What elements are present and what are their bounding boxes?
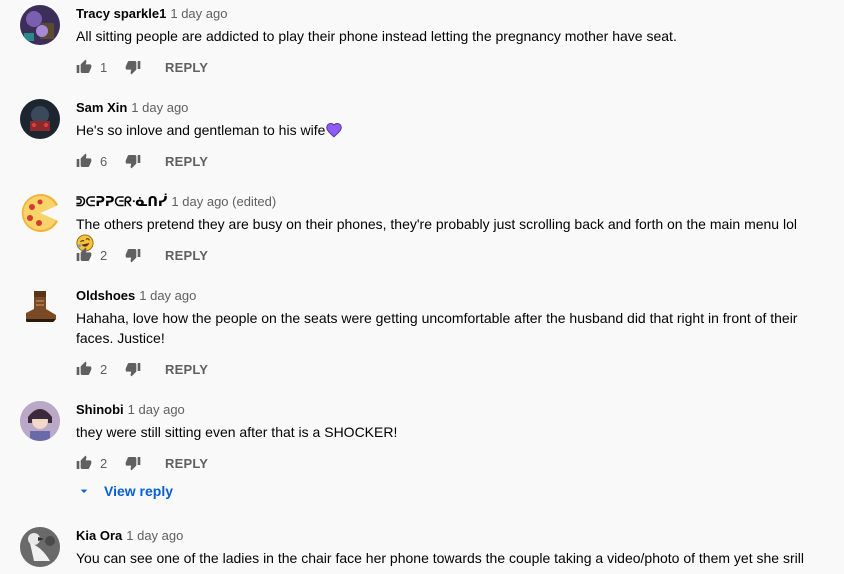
view-replies-button[interactable]: View reply — [76, 482, 173, 500]
author-name[interactable]: Sam Xin — [76, 100, 127, 115]
comment-text: He's so inlove and gentleman to his wife — [76, 120, 816, 143]
like-count: 1 — [100, 59, 108, 75]
reply-button[interactable]: REPLY — [165, 60, 208, 75]
comment-header: Shinobi 1 day ago — [76, 401, 185, 419]
comment-actions: 6 REPLY — [76, 151, 208, 171]
comment-time[interactable]: 1 day ago — [170, 6, 227, 21]
avatar[interactable] — [20, 287, 60, 327]
comment-text: they were still sitting even after that … — [76, 424, 398, 440]
like-count: 2 — [100, 455, 108, 471]
comment-text-body: The others pretend they are busy on thei… — [76, 216, 797, 232]
thumb-down-icon[interactable] — [125, 361, 141, 377]
like-count: 2 — [100, 361, 108, 377]
like-count: 6 — [100, 153, 108, 169]
thumb-up-icon[interactable] — [76, 59, 92, 75]
avatar-bird-icon — [20, 527, 60, 567]
thumb-down-icon[interactable] — [125, 59, 141, 75]
author-name[interactable]: Oldshoes — [76, 288, 135, 303]
thumb-up-icon[interactable] — [76, 361, 92, 377]
caret-down-icon — [76, 483, 92, 499]
reply-button[interactable]: REPLY — [165, 362, 208, 377]
author-name[interactable]: Kia Ora — [76, 528, 122, 543]
comment-header: Tracy sparkle1 1 day ago — [76, 5, 227, 23]
comments-list: Tracy sparkle1 1 day ago All sitting peop… — [0, 0, 844, 574]
avatar[interactable] — [20, 527, 60, 567]
comment-time[interactable]: 1 day ago (edited) — [171, 194, 276, 209]
avatar-boot-icon — [20, 287, 60, 327]
thumb-up-icon[interactable] — [76, 247, 92, 263]
comment-text: Hahaha, love how the people on the seats… — [76, 310, 798, 346]
reply-button[interactable]: REPLY — [165, 154, 208, 169]
reply-button[interactable]: REPLY — [165, 456, 208, 471]
comment-header: Kia Ora 1 day ago — [76, 527, 183, 545]
comment-text: All sitting people are addicted to play … — [76, 28, 677, 44]
thumb-up-icon[interactable] — [76, 153, 92, 169]
comment-time[interactable]: 1 day ago — [131, 100, 188, 115]
comment-actions: 2 REPLY — [76, 359, 208, 379]
purple-heart-icon — [325, 122, 343, 143]
comment-header: ᕲᕮᕈᕈᕮᖇᓍᑎᓰ 1 day ago (edited) — [76, 193, 276, 211]
comment-time[interactable]: 1 day ago — [139, 288, 196, 303]
avatar[interactable] — [20, 99, 60, 139]
reply-button[interactable]: REPLY — [165, 248, 208, 263]
avatar[interactable] — [20, 401, 60, 441]
avatar[interactable] — [20, 5, 60, 45]
comment-actions: 2 REPLY — [76, 245, 208, 265]
thumb-down-icon[interactable] — [125, 455, 141, 471]
avatar-pizza-icon — [20, 193, 60, 233]
comment-actions: 1 REPLY — [76, 57, 208, 77]
avatar-anime-character-icon — [20, 401, 60, 441]
author-name[interactable]: ᕲᕮᕈᕈᕮᖇᓍᑎᓰ — [76, 194, 167, 209]
avatar-dark-scene-icon — [20, 99, 60, 139]
thumb-down-icon[interactable] — [125, 153, 141, 169]
view-replies-label: View reply — [104, 483, 174, 499]
comment-header: Sam Xin 1 day ago — [76, 99, 188, 117]
comment-time[interactable]: 1 day ago — [126, 528, 183, 543]
author-name[interactable]: Shinobi — [76, 402, 124, 417]
thumb-down-icon[interactable] — [125, 247, 141, 263]
comment-text-body: He's so inlove and gentleman to his wife — [76, 122, 326, 138]
comment-text: You can see one of the ladies in the cha… — [76, 550, 804, 566]
avatar-fantasy-art-icon — [20, 5, 60, 45]
like-count: 2 — [100, 247, 108, 263]
comment-time[interactable]: 1 day ago — [128, 402, 185, 417]
avatar[interactable] — [20, 193, 60, 233]
comment-actions: 2 REPLY — [76, 453, 208, 473]
thumb-up-icon[interactable] — [76, 455, 92, 471]
comment-header: Oldshoes 1 day ago — [76, 287, 196, 305]
author-name[interactable]: Tracy sparkle1 — [76, 6, 166, 21]
